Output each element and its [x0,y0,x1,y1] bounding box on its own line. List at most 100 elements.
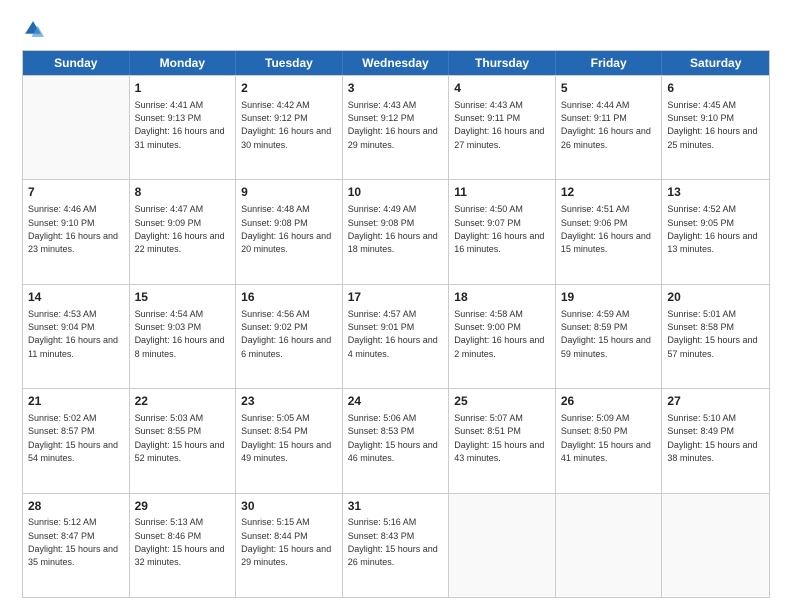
day-number: 8 [135,184,231,201]
page: SundayMondayTuesdayWednesdayThursdayFrid… [0,0,792,612]
cell-info: Sunrise: 4:51 AM Sunset: 9:06 PM Dayligh… [561,204,651,254]
week-row-2: 14Sunrise: 4:53 AM Sunset: 9:04 PM Dayli… [23,284,769,388]
week-row-1: 7 Sunrise: 4:46 AM Sunset: 9:10 PM Daylig… [23,179,769,283]
day-number: 22 [135,393,231,410]
cell-info: Sunrise: 5:09 AM Sunset: 8:50 PM Dayligh… [561,413,651,463]
cal-cell-16: 16Sunrise: 4:56 AM Sunset: 9:02 PM Dayli… [236,285,343,388]
cal-cell-empty-4-5 [556,494,663,597]
cal-cell-18: 18 Sunrise: 4:58 AM Sunset: 9:00 PM Dayli… [449,285,556,388]
cell-info: Sunrise: 4:52 AM Sunset: 9:05 PM Dayligh… [667,204,757,254]
day-number: 24 [348,393,444,410]
cell-info: Sunrise: 4:57 AM Sunset: 9:01 PM Dayligh… [348,309,438,359]
cell-info: Sunrise: 5:15 AM Sunset: 8:44 PM Dayligh… [241,517,331,567]
day-number: 13 [667,184,764,201]
cell-info: Sunrise: 4:44 AM Sunset: 9:11 PM Dayligh… [561,100,651,150]
day-number: 3 [348,80,444,97]
day-number: 31 [348,498,444,515]
cal-cell-8: 8Sunrise: 4:47 AM Sunset: 9:09 PM Daylig… [130,180,237,283]
cal-cell-17: 17 Sunrise: 4:57 AM Sunset: 9:01 PM Dayli… [343,285,450,388]
cal-cell-14: 14Sunrise: 4:53 AM Sunset: 9:04 PM Dayli… [23,285,130,388]
cell-info: Sunrise: 4:46 AM Sunset: 9:10 PM Dayligh… [28,204,118,254]
cal-cell-21: 21Sunrise: 5:02 AM Sunset: 8:57 PM Dayli… [23,389,130,492]
cal-cell-19: 19 Sunrise: 4:59 AM Sunset: 8:59 PM Dayli… [556,285,663,388]
day-number: 20 [667,289,764,306]
cal-cell-23: 23 Sunrise: 5:05 AM Sunset: 8:54 PM Dayli… [236,389,343,492]
day-number: 10 [348,184,444,201]
cal-cell-25: 25 Sunrise: 5:07 AM Sunset: 8:51 PM Dayli… [449,389,556,492]
header-day-thursday: Thursday [449,51,556,75]
day-number: 30 [241,498,337,515]
cal-cell-31: 31 Sunrise: 5:16 AM Sunset: 8:43 PM Dayli… [343,494,450,597]
day-number: 29 [135,498,231,515]
day-number: 1 [135,80,231,97]
header-day-wednesday: Wednesday [343,51,450,75]
day-number: 6 [667,80,764,97]
day-number: 11 [454,184,550,201]
cal-cell-15: 15 Sunrise: 4:54 AM Sunset: 9:03 PM Dayli… [130,285,237,388]
cell-info: Sunrise: 5:16 AM Sunset: 8:43 PM Dayligh… [348,517,438,567]
cell-info: Sunrise: 4:54 AM Sunset: 9:03 PM Dayligh… [135,309,225,359]
day-number: 18 [454,289,550,306]
day-number: 25 [454,393,550,410]
cal-cell-29: 29 Sunrise: 5:13 AM Sunset: 8:46 PM Dayli… [130,494,237,597]
day-number: 28 [28,498,124,515]
logo-icon [22,18,44,40]
cal-cell-9: 9 Sunrise: 4:48 AM Sunset: 9:08 PM Daylig… [236,180,343,283]
week-row-0: 1Sunrise: 4:41 AM Sunset: 9:13 PM Daylig… [23,75,769,179]
cell-info: Sunrise: 5:05 AM Sunset: 8:54 PM Dayligh… [241,413,331,463]
cell-info: Sunrise: 4:43 AM Sunset: 9:12 PM Dayligh… [348,100,438,150]
cal-cell-empty-4-6 [662,494,769,597]
cal-cell-1: 1Sunrise: 4:41 AM Sunset: 9:13 PM Daylig… [130,76,237,179]
day-number: 12 [561,184,657,201]
cal-cell-27: 27 Sunrise: 5:10 AM Sunset: 8:49 PM Dayli… [662,389,769,492]
cal-cell-empty-0-0 [23,76,130,179]
header-day-monday: Monday [130,51,237,75]
header-day-saturday: Saturday [662,51,769,75]
cell-info: Sunrise: 5:06 AM Sunset: 8:53 PM Dayligh… [348,413,438,463]
header-day-tuesday: Tuesday [236,51,343,75]
cell-info: Sunrise: 4:45 AM Sunset: 9:10 PM Dayligh… [667,100,757,150]
cal-cell-11: 11 Sunrise: 4:50 AM Sunset: 9:07 PM Dayli… [449,180,556,283]
cal-cell-6: 6 Sunrise: 4:45 AM Sunset: 9:10 PM Daylig… [662,76,769,179]
cell-info: Sunrise: 4:43 AM Sunset: 9:11 PM Dayligh… [454,100,544,150]
cell-info: Sunrise: 5:10 AM Sunset: 8:49 PM Dayligh… [667,413,757,463]
calendar: SundayMondayTuesdayWednesdayThursdayFrid… [22,50,770,598]
cal-cell-5: 5Sunrise: 4:44 AM Sunset: 9:11 PM Daylig… [556,76,663,179]
cell-info: Sunrise: 4:42 AM Sunset: 9:12 PM Dayligh… [241,100,331,150]
cal-cell-empty-4-4 [449,494,556,597]
cell-info: Sunrise: 4:53 AM Sunset: 9:04 PM Dayligh… [28,309,118,359]
header-day-friday: Friday [556,51,663,75]
header-day-sunday: Sunday [23,51,130,75]
cal-cell-30: 30 Sunrise: 5:15 AM Sunset: 8:44 PM Dayli… [236,494,343,597]
cell-info: Sunrise: 4:58 AM Sunset: 9:00 PM Dayligh… [454,309,544,359]
cal-cell-2: 2Sunrise: 4:42 AM Sunset: 9:12 PM Daylig… [236,76,343,179]
cell-info: Sunrise: 4:59 AM Sunset: 8:59 PM Dayligh… [561,309,651,359]
day-number: 7 [28,184,124,201]
cell-info: Sunrise: 5:01 AM Sunset: 8:58 PM Dayligh… [667,309,757,359]
cal-cell-20: 20 Sunrise: 5:01 AM Sunset: 8:58 PM Dayli… [662,285,769,388]
day-number: 23 [241,393,337,410]
cal-cell-12: 12 Sunrise: 4:51 AM Sunset: 9:06 PM Dayli… [556,180,663,283]
cell-info: Sunrise: 5:02 AM Sunset: 8:57 PM Dayligh… [28,413,118,463]
cell-info: Sunrise: 5:12 AM Sunset: 8:47 PM Dayligh… [28,517,118,567]
cell-info: Sunrise: 5:13 AM Sunset: 8:46 PM Dayligh… [135,517,225,567]
header [22,18,770,40]
cal-cell-28: 28 Sunrise: 5:12 AM Sunset: 8:47 PM Dayli… [23,494,130,597]
calendar-body: 1Sunrise: 4:41 AM Sunset: 9:13 PM Daylig… [23,75,769,597]
day-number: 27 [667,393,764,410]
day-number: 4 [454,80,550,97]
cell-info: Sunrise: 5:03 AM Sunset: 8:55 PM Dayligh… [135,413,225,463]
day-number: 17 [348,289,444,306]
cell-info: Sunrise: 5:07 AM Sunset: 8:51 PM Dayligh… [454,413,544,463]
day-number: 15 [135,289,231,306]
calendar-header: SundayMondayTuesdayWednesdayThursdayFrid… [23,51,769,75]
week-row-3: 21Sunrise: 5:02 AM Sunset: 8:57 PM Dayli… [23,388,769,492]
day-number: 19 [561,289,657,306]
cell-info: Sunrise: 4:49 AM Sunset: 9:08 PM Dayligh… [348,204,438,254]
cal-cell-13: 13 Sunrise: 4:52 AM Sunset: 9:05 PM Dayli… [662,180,769,283]
cal-cell-7: 7 Sunrise: 4:46 AM Sunset: 9:10 PM Daylig… [23,180,130,283]
cell-info: Sunrise: 4:50 AM Sunset: 9:07 PM Dayligh… [454,204,544,254]
cell-info: Sunrise: 4:48 AM Sunset: 9:08 PM Dayligh… [241,204,331,254]
week-row-4: 28 Sunrise: 5:12 AM Sunset: 8:47 PM Dayli… [23,493,769,597]
day-number: 9 [241,184,337,201]
